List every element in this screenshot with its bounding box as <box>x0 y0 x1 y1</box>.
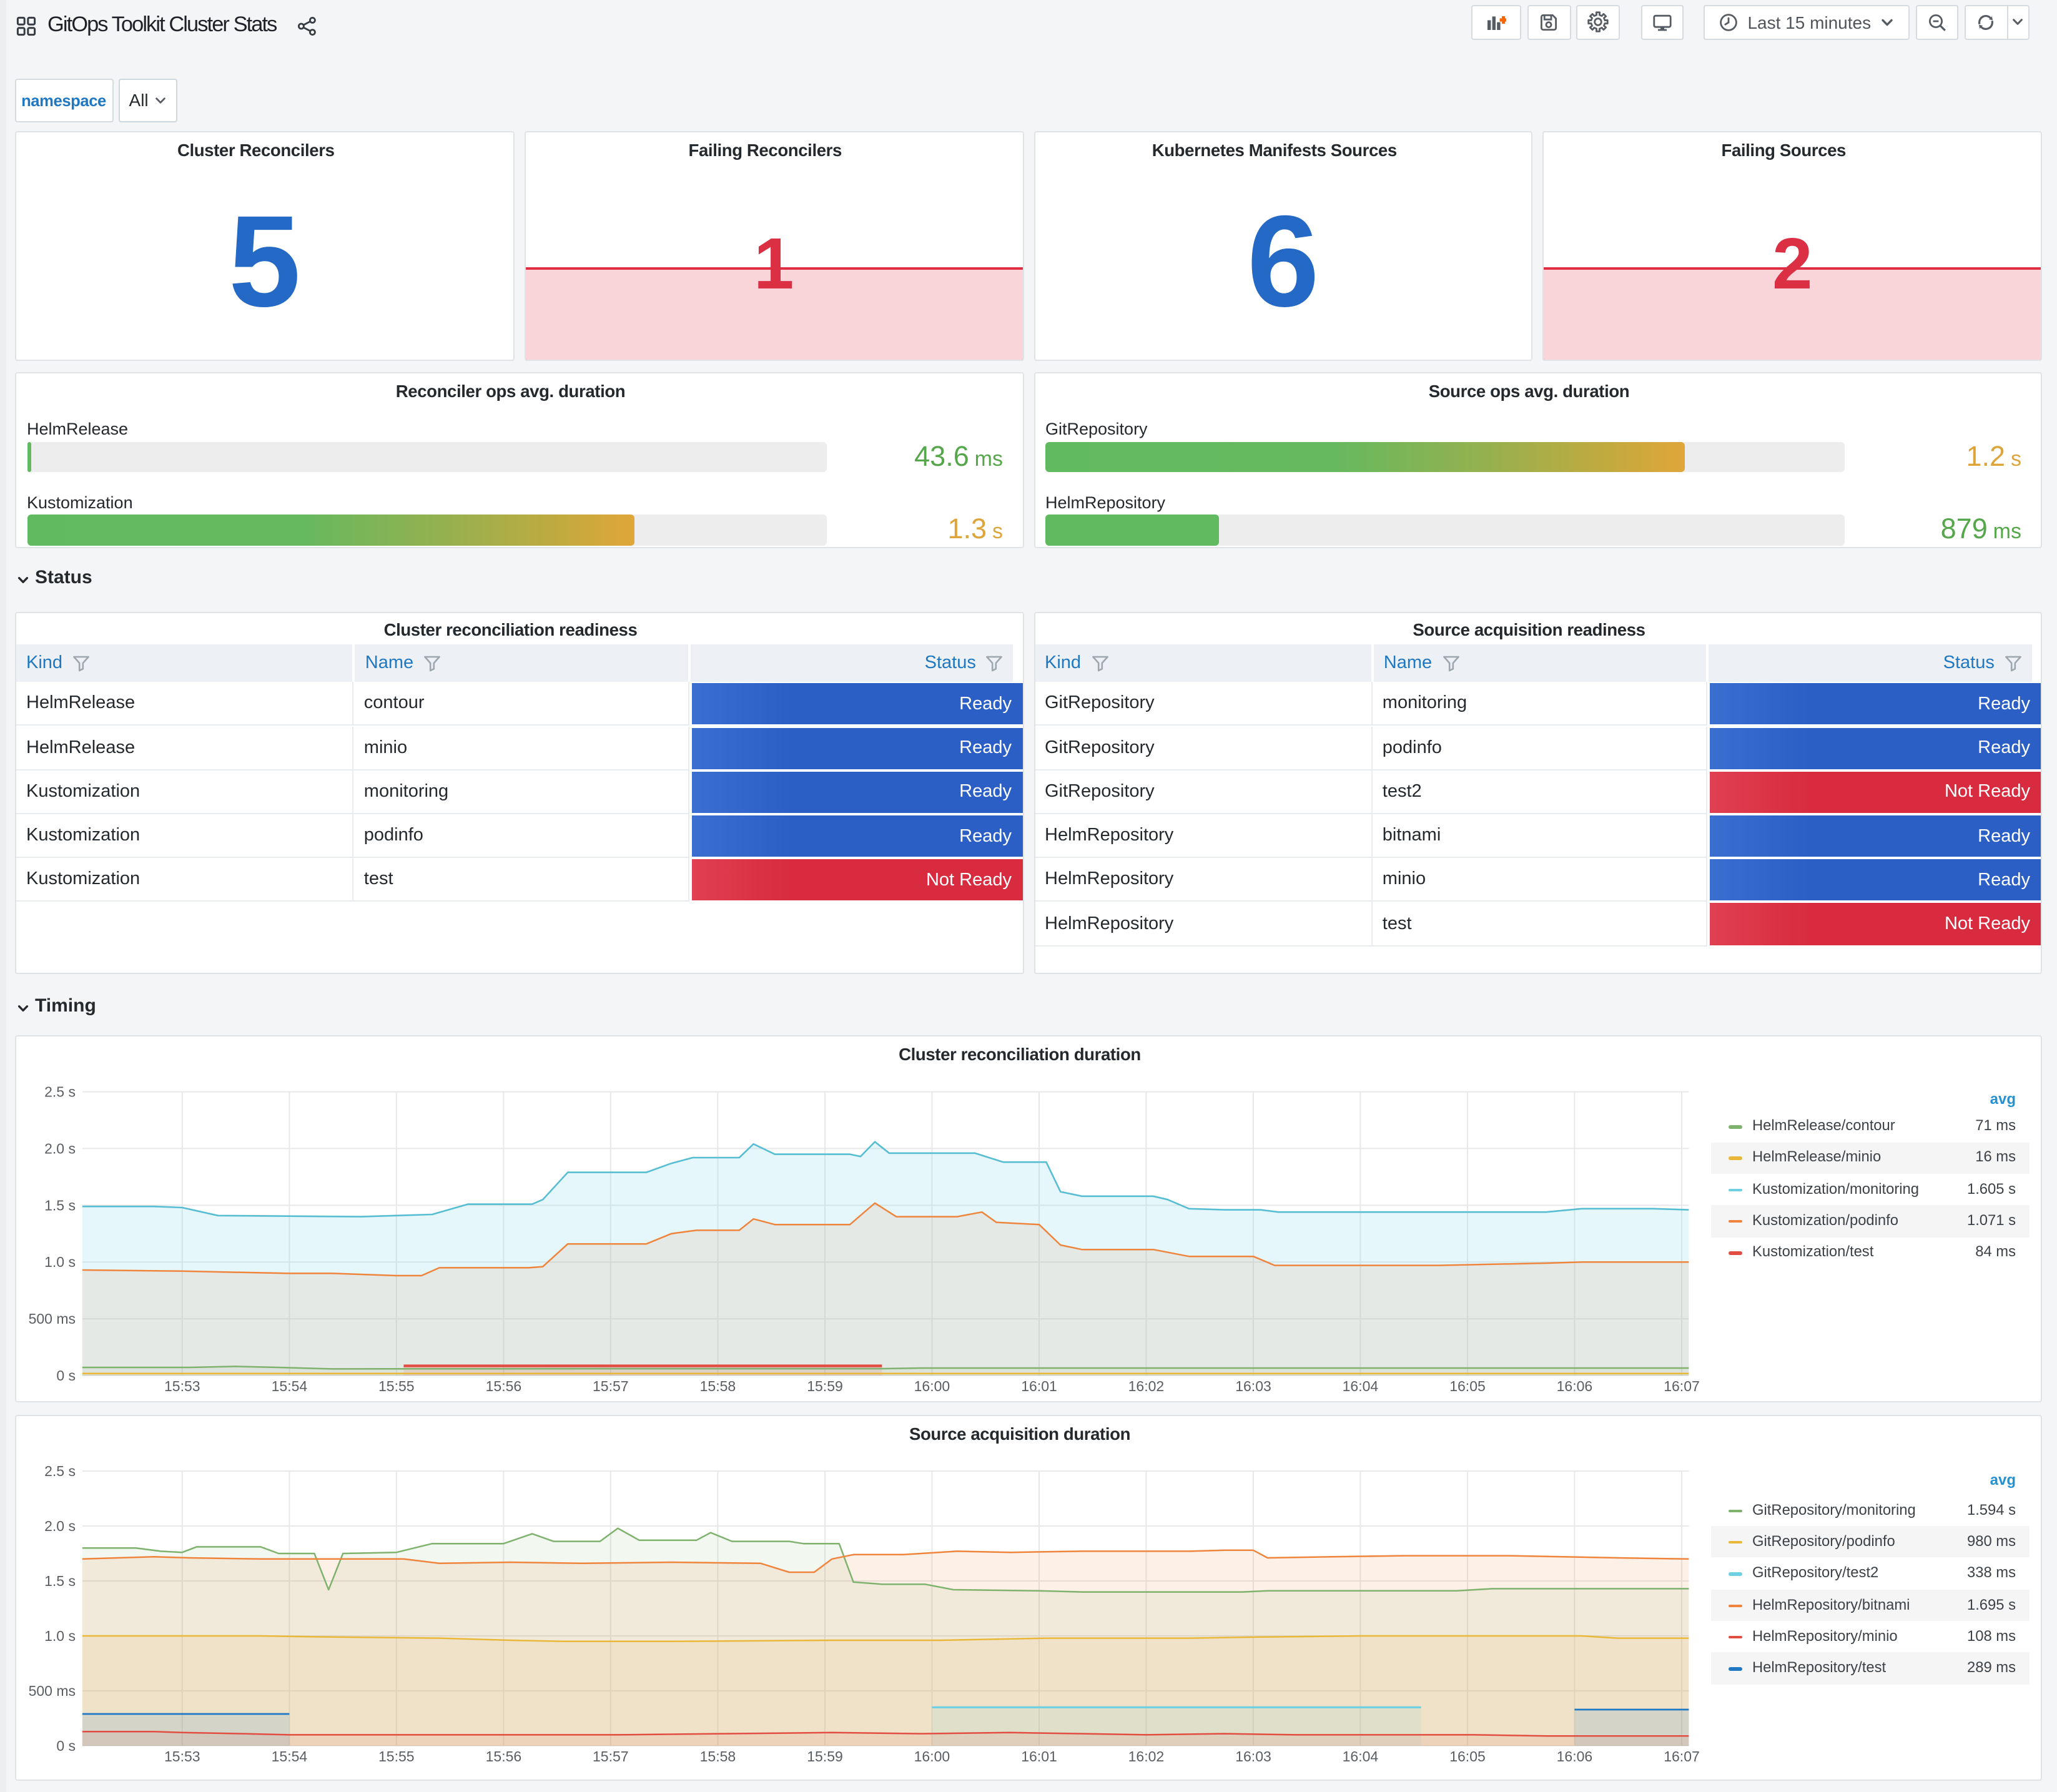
svg-text:16:02: 16:02 <box>1128 1377 1165 1394</box>
svg-text:16:06: 16:06 <box>1557 1377 1593 1394</box>
svg-text:15:55: 15:55 <box>378 1748 415 1765</box>
svg-text:15:59: 15:59 <box>807 1748 843 1765</box>
svg-text:0 s: 0 s <box>56 1738 76 1754</box>
svg-text:15:54: 15:54 <box>272 1377 308 1394</box>
svg-text:15:56: 15:56 <box>486 1748 522 1765</box>
svg-text:2.0 s: 2.0 s <box>44 1140 76 1156</box>
svg-text:16:07: 16:07 <box>1664 1748 1700 1765</box>
svg-text:15:57: 15:57 <box>593 1377 629 1394</box>
svg-text:16:06: 16:06 <box>1557 1748 1593 1765</box>
svg-text:16:04: 16:04 <box>1343 1377 1379 1394</box>
svg-text:1.0 s: 1.0 s <box>44 1628 76 1644</box>
svg-text:1.5 s: 1.5 s <box>44 1196 76 1213</box>
svg-text:15:55: 15:55 <box>378 1377 415 1394</box>
svg-text:15:59: 15:59 <box>807 1377 843 1394</box>
svg-text:1.0 s: 1.0 s <box>44 1253 76 1269</box>
svg-text:16:05: 16:05 <box>1449 1377 1486 1394</box>
svg-text:16:03: 16:03 <box>1235 1377 1271 1394</box>
svg-text:16:01: 16:01 <box>1021 1748 1057 1765</box>
svg-text:15:56: 15:56 <box>486 1377 522 1394</box>
svg-text:15:54: 15:54 <box>272 1748 308 1765</box>
svg-text:1.5 s: 1.5 s <box>44 1573 76 1589</box>
svg-text:16:03: 16:03 <box>1235 1748 1271 1765</box>
svg-text:15:58: 15:58 <box>700 1748 736 1765</box>
svg-text:0 s: 0 s <box>56 1367 76 1383</box>
svg-text:15:53: 15:53 <box>164 1748 200 1765</box>
svg-text:15:53: 15:53 <box>164 1377 200 1394</box>
svg-text:16:00: 16:00 <box>914 1748 950 1765</box>
svg-text:16:05: 16:05 <box>1449 1748 1486 1765</box>
svg-text:500 ms: 500 ms <box>29 1310 76 1326</box>
svg-text:15:58: 15:58 <box>700 1377 736 1394</box>
svg-text:16:01: 16:01 <box>1021 1377 1057 1394</box>
svg-text:2.0 s: 2.0 s <box>44 1518 76 1534</box>
svg-text:16:02: 16:02 <box>1128 1748 1165 1765</box>
svg-text:15:57: 15:57 <box>593 1748 629 1765</box>
svg-text:16:04: 16:04 <box>1343 1748 1379 1765</box>
svg-text:500 ms: 500 ms <box>29 1683 76 1699</box>
svg-text:2.5 s: 2.5 s <box>44 1083 76 1100</box>
svg-text:16:07: 16:07 <box>1664 1377 1700 1394</box>
svg-text:2.5 s: 2.5 s <box>44 1463 76 1479</box>
svg-text:16:00: 16:00 <box>914 1377 950 1394</box>
